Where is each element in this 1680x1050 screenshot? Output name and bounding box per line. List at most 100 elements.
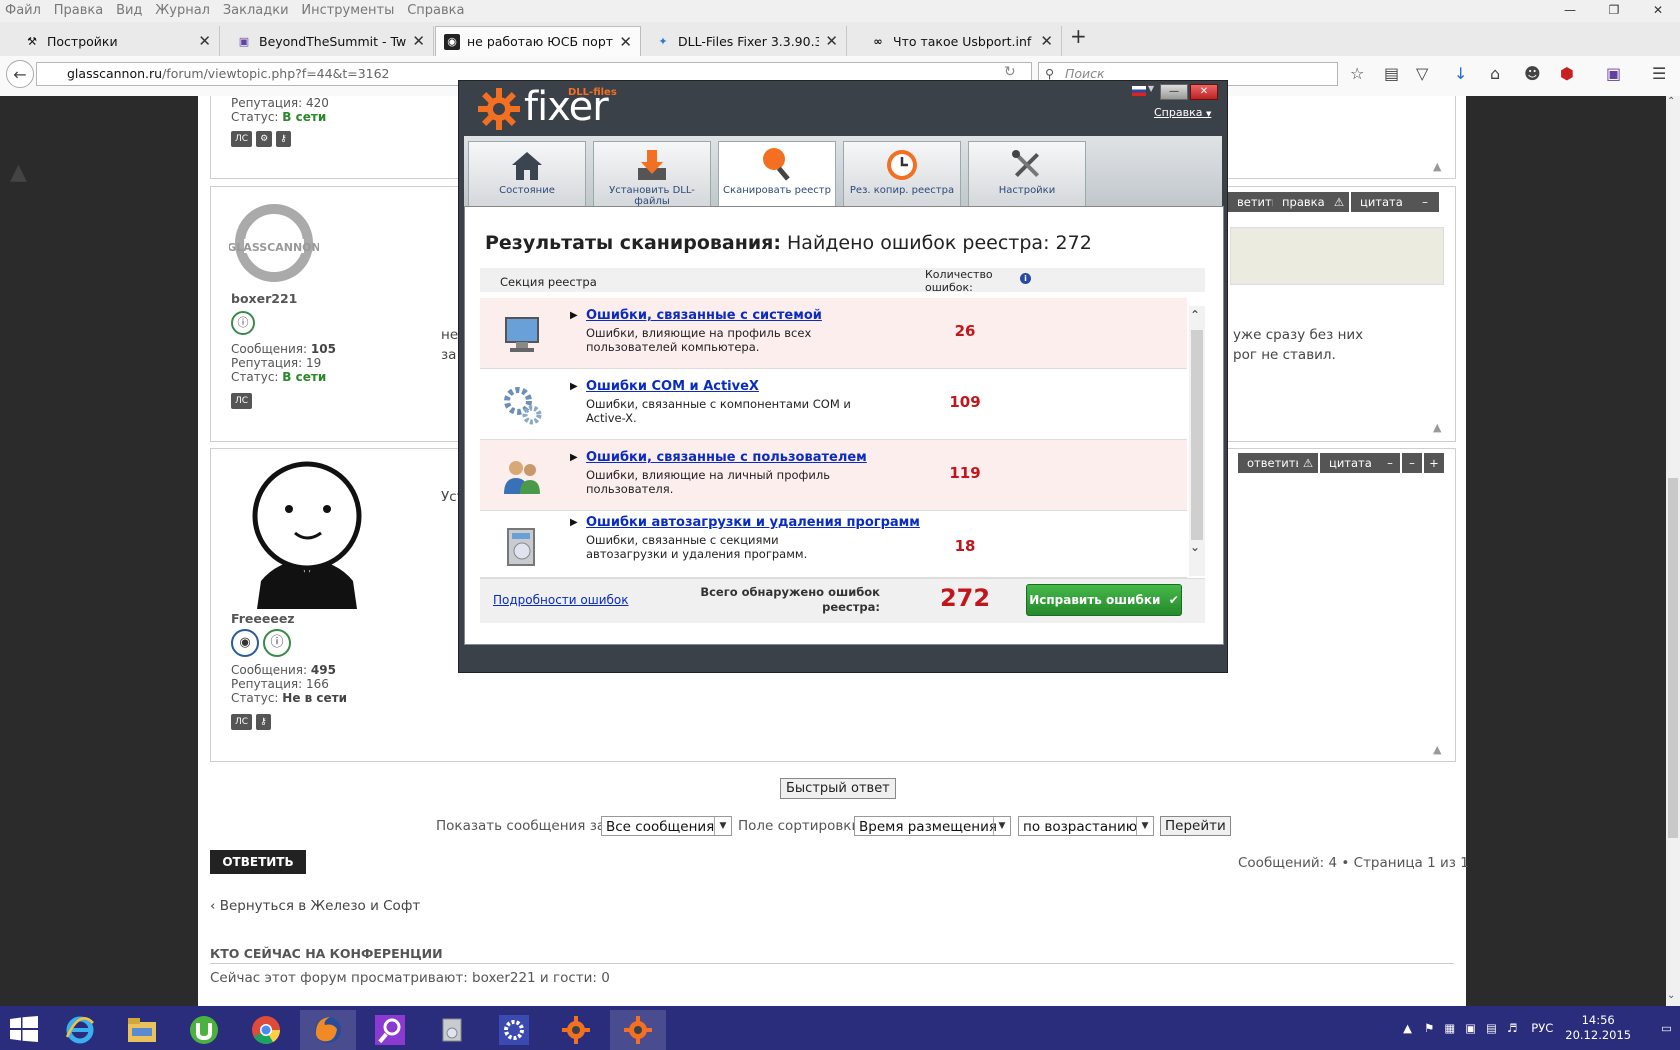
tab-status[interactable]: Состояние xyxy=(468,141,586,207)
quick-reply-button[interactable]: Быстрый ответ xyxy=(780,778,896,799)
firefox-icon[interactable] xyxy=(300,1010,356,1050)
edit-button[interactable]: правка xyxy=(1273,192,1334,212)
menu-tools[interactable]: Инструменты xyxy=(296,0,398,18)
back-to-top-icon[interactable]: ▲ xyxy=(1433,421,1441,434)
username[interactable]: Freeeeez xyxy=(231,611,295,626)
pm-button[interactable]: ЛС xyxy=(231,714,253,730)
scroll-up-icon[interactable]: ▲ xyxy=(10,160,27,185)
utorrent-icon[interactable] xyxy=(176,1010,232,1050)
start-icon[interactable] xyxy=(10,1016,38,1045)
fix-errors-button[interactable]: Исправить ошибки ✔ xyxy=(1026,584,1182,616)
monitor-icon[interactable]: ▣ xyxy=(1465,1021,1476,1035)
tray-expand-icon[interactable]: ▲ xyxy=(1403,1021,1412,1035)
tab-beyondthesummit[interactable]: ▣ BeyondTheSummit - Twit... ✕ xyxy=(228,26,434,56)
close-tab-icon[interactable]: ✕ xyxy=(825,32,838,50)
collapse-button[interactable]: – xyxy=(1380,453,1400,473)
back-to-top-icon[interactable]: ▲ xyxy=(1433,743,1441,756)
pm-button[interactable]: ЛС xyxy=(231,131,253,147)
reload-icon[interactable]: ↻ xyxy=(1004,64,1016,80)
reading-list-icon[interactable]: ▤ xyxy=(1384,64,1399,83)
chat-icon[interactable]: ☻ xyxy=(1524,64,1541,83)
close-icon[interactable]: ✕ xyxy=(1190,84,1218,100)
menu-help[interactable]: Справка xyxy=(402,0,468,18)
close-tab-icon[interactable]: ✕ xyxy=(1040,32,1053,50)
tab-usb-ports[interactable]: ◉ не работаю ЮСБ порты ... ✕ xyxy=(435,26,641,56)
dll-fixer-app-icon[interactable] xyxy=(548,1010,604,1050)
page-scrollbar-thumb[interactable] xyxy=(1668,478,1678,838)
network-icon[interactable]: ▤ xyxy=(1486,1021,1497,1035)
sort-field-select[interactable]: Время размещения ▼ xyxy=(854,816,1011,836)
explorer-icon[interactable] xyxy=(114,1010,170,1050)
tab-registry-backup[interactable]: Рез. копир. реестра xyxy=(843,141,961,207)
search-app-icon[interactable] xyxy=(362,1010,418,1050)
info-icon[interactable]: i xyxy=(1020,273,1031,284)
clock[interactable]: 14:56 20.12.2015 xyxy=(1565,1013,1631,1043)
new-tab-icon[interactable]: + xyxy=(1070,24,1087,48)
notifications-icon[interactable]: ▭ xyxy=(1661,1021,1672,1035)
report-icon[interactable]: ⚠ xyxy=(1298,453,1318,473)
windows-icon[interactable]: ▦ xyxy=(1444,1021,1455,1035)
menu-bookmarks[interactable]: Закладки xyxy=(218,0,293,18)
menu-history[interactable]: Журнал xyxy=(150,0,214,18)
settings-icon[interactable]: ⚙ xyxy=(256,131,273,147)
tab-dll-fixer[interactable]: ✦ DLL-Files Fixer 3.3.90.3079 ... ✕ xyxy=(647,26,847,56)
results-scrollbar-thumb[interactable] xyxy=(1191,330,1203,540)
result-title-link[interactable]: Ошибки COM и ActiveX xyxy=(586,379,759,394)
flag-icon[interactable]: ⚑ xyxy=(1424,1021,1434,1035)
expand-triangle-icon[interactable]: ▶ xyxy=(570,381,578,392)
expand-button[interactable]: + xyxy=(1424,453,1444,473)
close-icon[interactable]: ✕ xyxy=(1636,0,1680,22)
go-button[interactable]: Перейти xyxy=(1160,816,1231,836)
minimize-icon[interactable]: — xyxy=(1160,84,1188,100)
result-title-link[interactable]: Ошибки автозагрузки и удаления программ xyxy=(586,515,920,530)
username[interactable]: boxer221 xyxy=(231,291,297,306)
close-tab-icon[interactable]: ✕ xyxy=(619,33,632,51)
result-title-link[interactable]: Ошибки, связанные с системой xyxy=(586,308,822,323)
installer-app-icon[interactable] xyxy=(424,1010,480,1050)
result-title-link[interactable]: Ошибки, связанные с пользователем xyxy=(586,450,867,465)
back-to-forum-link[interactable]: ‹ Вернуться в Железо и Софт xyxy=(210,898,420,914)
minimize-icon[interactable]: — xyxy=(1548,0,1592,22)
chrome-icon[interactable] xyxy=(238,1010,294,1050)
download-icon[interactable]: ↓ xyxy=(1454,64,1467,83)
expand-triangle-icon[interactable]: ▶ xyxy=(570,517,578,528)
dll-fixer-active-icon[interactable] xyxy=(610,1010,666,1050)
quote-button[interactable]: цитата xyxy=(1351,192,1412,212)
scroll-up-icon[interactable]: ⌃ xyxy=(1190,308,1200,322)
key-icon[interactable]: ⚷ xyxy=(276,131,291,147)
collapse-button[interactable]: – xyxy=(1411,192,1439,212)
back-to-top-icon[interactable]: ▲ xyxy=(1433,160,1441,173)
volume-icon[interactable]: ♬ xyxy=(1507,1021,1517,1035)
scroll-up-arrow-icon[interactable]: ⌃ xyxy=(1667,96,1675,107)
close-tab-icon[interactable]: ✕ xyxy=(412,32,425,50)
ie-icon[interactable] xyxy=(52,1010,108,1050)
home-icon[interactable]: ⌂ xyxy=(1490,64,1500,83)
error-details-link[interactable]: Подробности ошибок xyxy=(493,593,629,607)
minus-button[interactable]: – xyxy=(1402,453,1422,473)
adblock-icon[interactable]: ⬢ xyxy=(1560,64,1574,83)
sort-order-select[interactable]: по возрастанию ▼ xyxy=(1018,816,1154,836)
language-indicator[interactable]: РУС xyxy=(1531,1021,1553,1035)
restore-icon[interactable]: ❐ xyxy=(1592,0,1636,22)
chevron-down-icon[interactable]: ▼ xyxy=(1148,84,1154,93)
post-reply-button[interactable]: ОТВЕТИТЬ xyxy=(210,850,306,874)
quote-button[interactable]: цитата xyxy=(1320,453,1381,473)
bookmark-star-icon[interactable]: ☆ xyxy=(1350,64,1364,83)
tab-scan-registry[interactable]: Сканировать реестр xyxy=(718,141,836,208)
language-flag-icon[interactable] xyxy=(1132,86,1146,96)
key-icon[interactable]: ⚷ xyxy=(256,714,271,730)
report-icon[interactable]: ⚠ xyxy=(1329,192,1349,212)
tab-usbport-inf[interactable]: ∞ Что такое Usbport.inf и к... ✕ xyxy=(862,26,1062,56)
back-icon[interactable]: ← xyxy=(6,60,34,88)
tab-postroyki[interactable]: ⚒ Постройки ✕ xyxy=(16,26,220,56)
close-tab-icon[interactable]: ✕ xyxy=(198,32,211,50)
menu-edit[interactable]: Правка xyxy=(49,0,107,18)
pm-button[interactable]: ЛС xyxy=(231,393,253,409)
tab-settings[interactable]: Настройки xyxy=(968,141,1086,207)
scroll-down-arrow-icon[interactable]: ⌄ xyxy=(1667,990,1675,1001)
menu-view[interactable]: Вид xyxy=(111,0,146,18)
expand-triangle-icon[interactable]: ▶ xyxy=(570,452,578,463)
expand-triangle-icon[interactable]: ▶ xyxy=(570,310,578,321)
tab-install-dll[interactable]: Установить DLL-файлы xyxy=(593,141,711,207)
menu-icon[interactable]: ☰ xyxy=(1652,64,1666,83)
